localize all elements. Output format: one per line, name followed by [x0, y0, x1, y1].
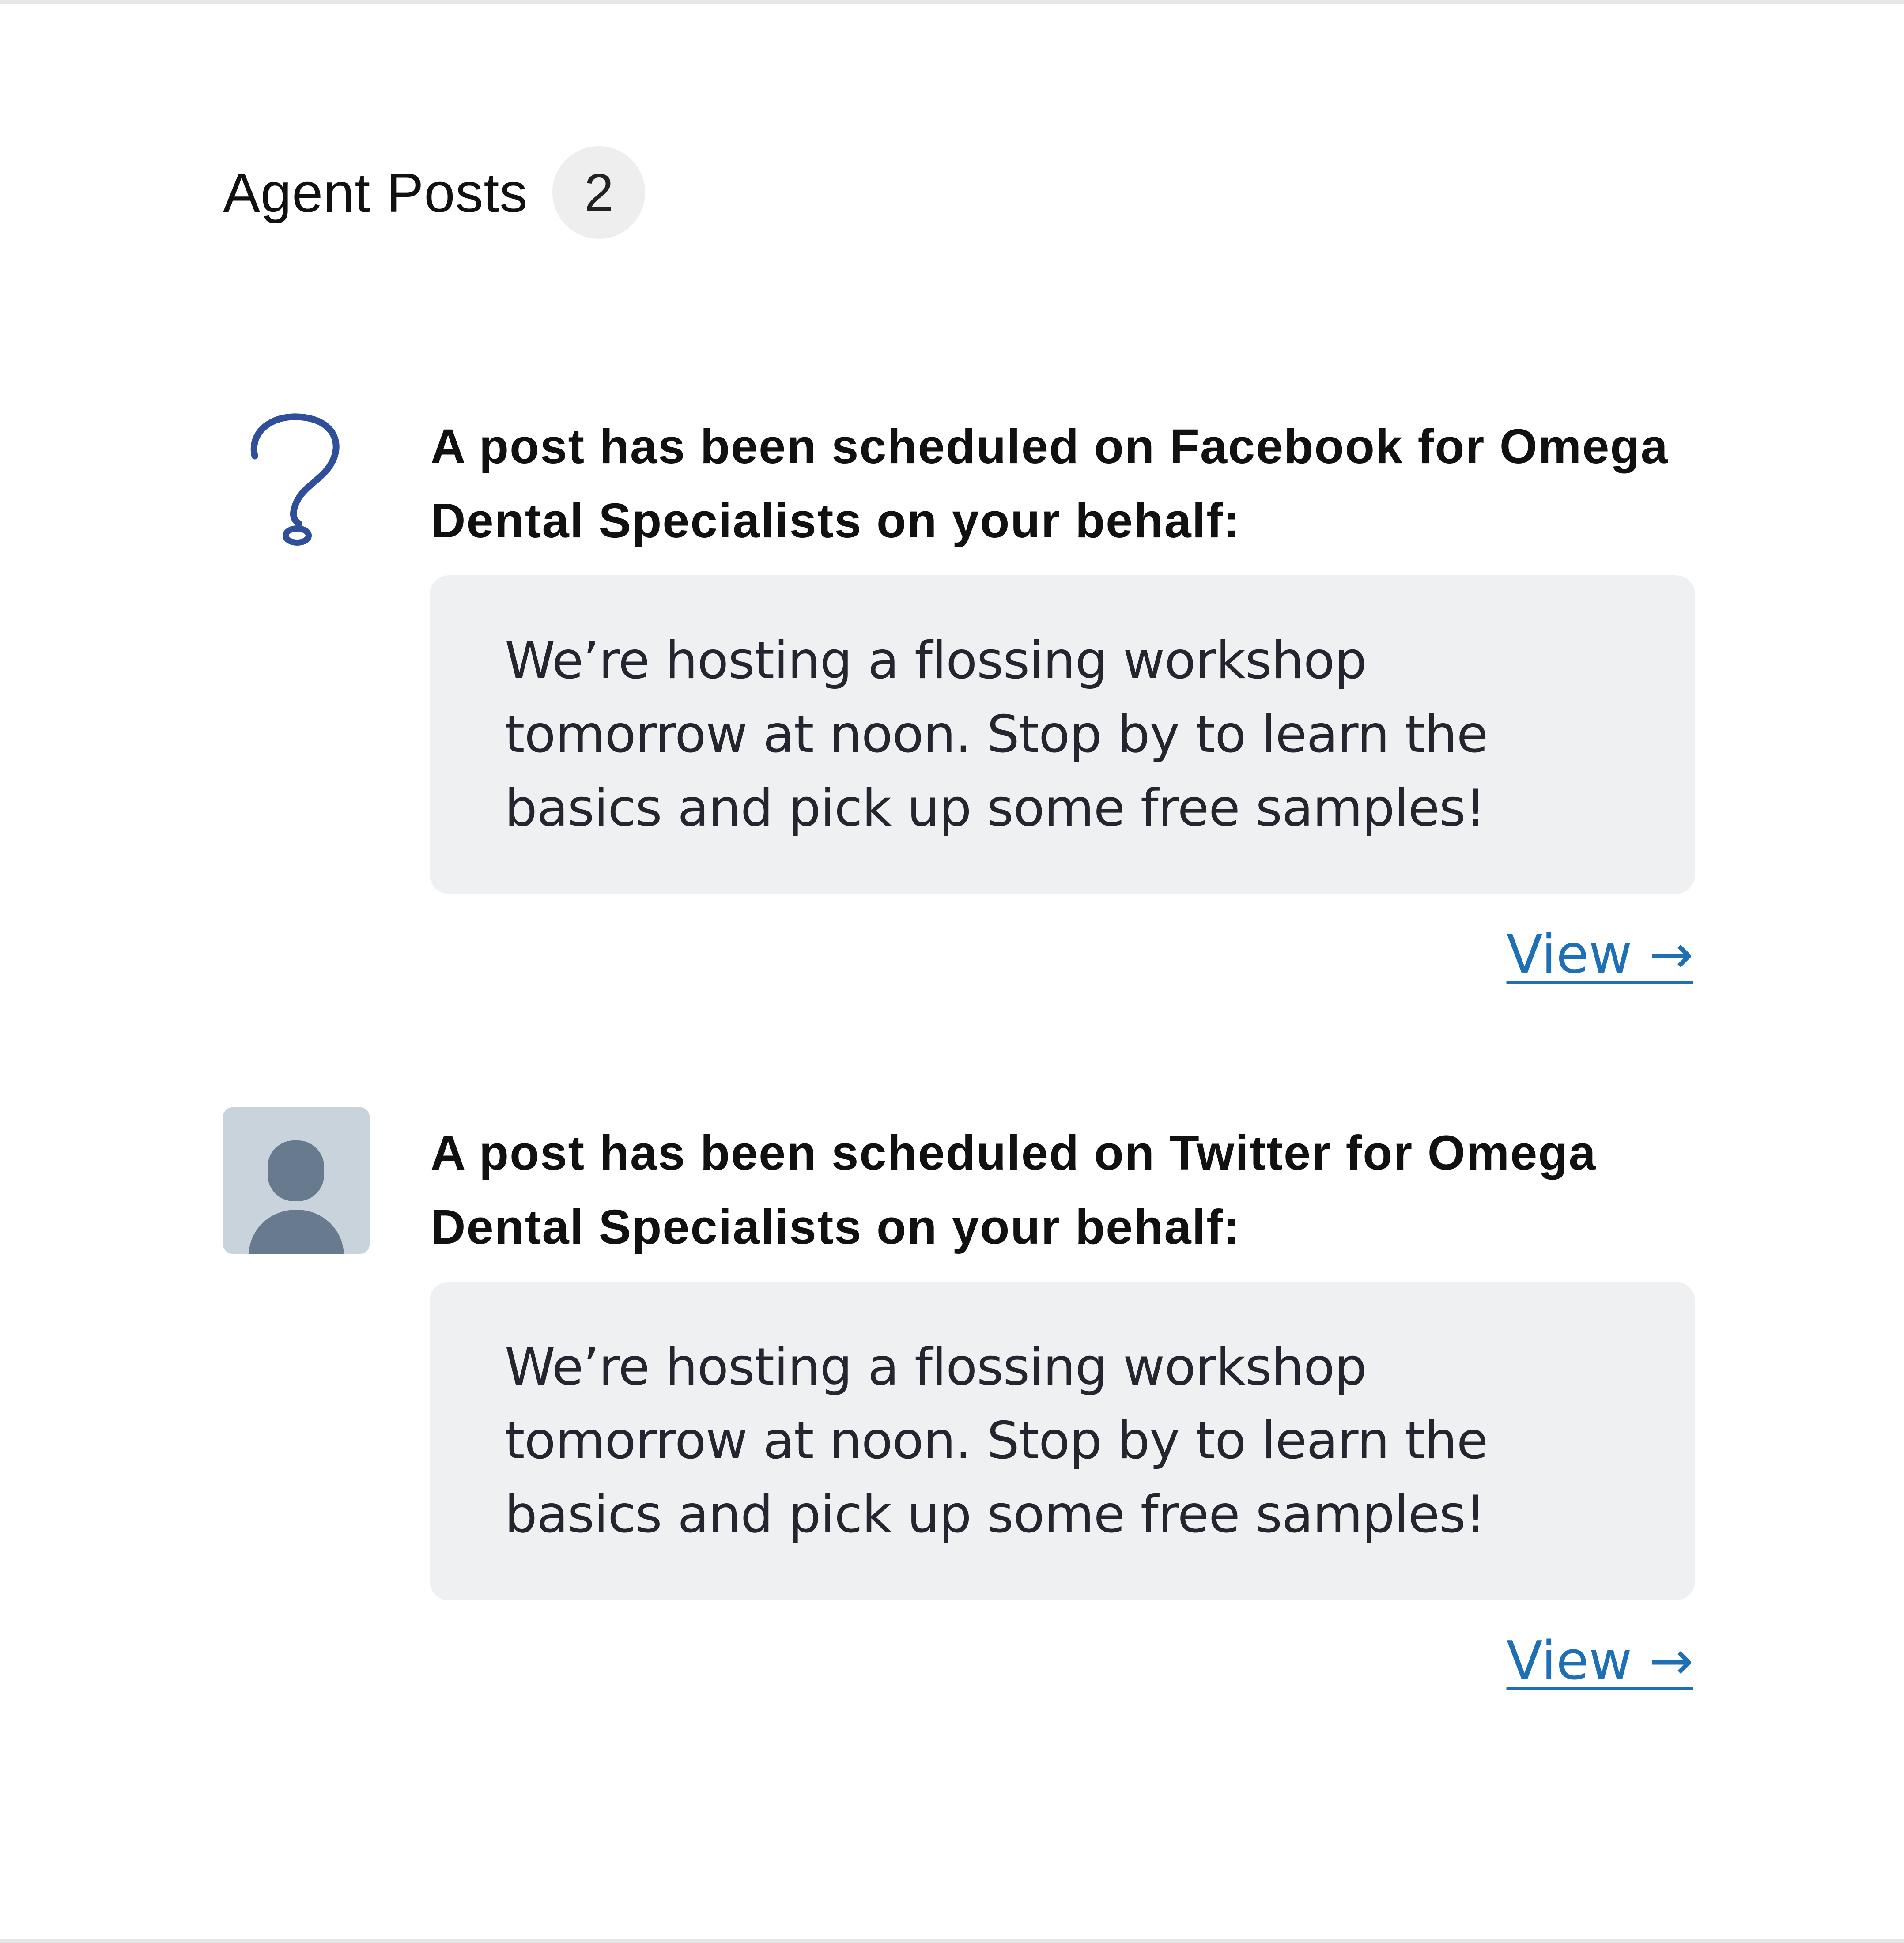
- view-post-link[interactable]: View →: [1507, 920, 1693, 990]
- question-mark-icon: [223, 401, 370, 547]
- post-title: A post has been scheduled on Facebook fo…: [431, 419, 1669, 548]
- panel-title: Agent Posts: [223, 161, 528, 224]
- agent-posts-panel: Agent Posts 2 A post has been scheduled …: [0, 0, 1904, 1943]
- post-title: A post has been scheduled on Twitter for…: [431, 1126, 1597, 1254]
- post-content-line: tomorrow at noon. Stop by to learn the: [505, 1411, 1488, 1471]
- view-post-link[interactable]: View →: [1507, 1626, 1693, 1697]
- post-content-line: We’re hosting a flossing workshop: [505, 1337, 1367, 1397]
- post-count-badge: 2: [552, 146, 646, 239]
- panel-header: Agent Posts 2: [223, 146, 646, 239]
- post-content-bubble: We’re hosting a flossing workshop tomorr…: [430, 575, 1695, 894]
- default-person-icon: [223, 1107, 370, 1254]
- post-content-line: basics and pick up some free samples!: [505, 778, 1486, 838]
- post-content-line: tomorrow at noon. Stop by to learn the: [505, 705, 1488, 764]
- post-content-line: basics and pick up some free samples!: [505, 1485, 1486, 1544]
- post-content-line: We’re hosting a flossing workshop: [505, 631, 1367, 690]
- post-content-bubble: We’re hosting a flossing workshop tomorr…: [430, 1282, 1695, 1600]
